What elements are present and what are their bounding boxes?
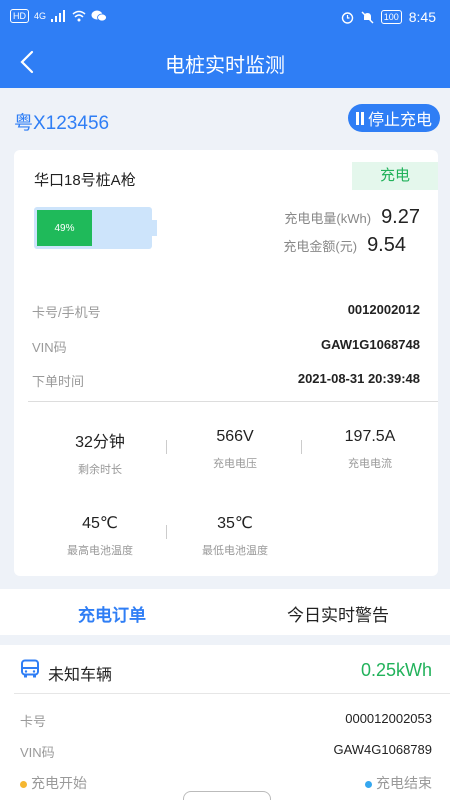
info-label: 卡号/手机号 [32, 305, 101, 320]
metric-label: 充电电流 [348, 458, 392, 470]
battery-fill: 49% [37, 210, 92, 246]
end-legend: 充电结束 [365, 773, 432, 793]
energy-label: 充电电量(kWh) [284, 211, 372, 226]
info-value: GAW1G1068748 [320, 337, 420, 352]
drawer-handle[interactable] [183, 791, 271, 800]
order-vin-value: GAW4G1068789 [333, 742, 432, 757]
divider [28, 401, 438, 402]
battery-gauge: 49% [34, 207, 152, 249]
signal-icon [51, 10, 66, 22]
metric-label: 最低电池温度 [202, 545, 268, 557]
metric-remaining: 32分钟 剩余时长 [35, 428, 165, 477]
mute-icon [361, 11, 374, 23]
info-row-vin: VIN码 GAW1G1068748 [32, 337, 420, 356]
metric-value: 45℃ [82, 515, 118, 532]
tab-realtime-alerts[interactable]: 今日实时警告 [287, 601, 389, 626]
metric-max-temp: 45℃ 最高电池温度 [35, 513, 165, 558]
start-dot-icon [20, 780, 27, 788]
wechat-icon [91, 10, 107, 22]
network-badge: 4G [34, 11, 47, 21]
order-card-row: 卡号 000012002053 [20, 711, 432, 730]
order-card-label: 卡号 [20, 714, 47, 729]
battery-percent: 49% [54, 222, 75, 234]
app-header: HD 4G 100 8:45 电桩实时监测 [0, 0, 450, 88]
order-timeline: 充电开始 充电结束 [20, 773, 432, 793]
page-title: 电桩实时监测 [165, 55, 285, 77]
info-value: 0012002012 [347, 302, 420, 317]
status-badge: 充电 [352, 162, 438, 190]
amount-value: 9.54 [367, 234, 406, 256]
metric-value: 566V [216, 428, 254, 445]
vehicle-row: 粤X123456 停止充电 [0, 96, 450, 142]
end-dot-icon [365, 780, 372, 788]
pause-icon [355, 111, 364, 125]
metric-value: 35℃ [217, 515, 253, 532]
plate-number: 粤X123456 [14, 113, 110, 134]
amount-label: 充电金额(元) [283, 239, 358, 254]
alarm-icon [341, 11, 353, 24]
info-label: 下单时间 [32, 374, 85, 389]
start-legend: 充电开始 [20, 773, 87, 793]
order-card[interactable]: 未知车辆 0.25kWh 卡号 000012002053 VIN码 GAW4G1… [0, 645, 450, 800]
metric-label: 剩余时长 [78, 464, 122, 476]
metric-label: 充电电压 [213, 458, 257, 470]
battery-indicator: 100 [380, 10, 402, 24]
title-bar: 电桩实时监测 [0, 40, 450, 84]
energy-value: 9.27 [381, 206, 420, 228]
metric-separator [166, 440, 167, 454]
amount-row: 充电金额(元) 9.54 [283, 234, 406, 257]
metric-value: 32分钟 [75, 434, 125, 451]
tab-charging-orders[interactable]: 充电订单 [78, 601, 146, 626]
order-vehicle: 未知车辆 [48, 667, 113, 684]
metric-voltage: 566V 充电电压 [170, 428, 300, 471]
order-vin-row: VIN码 GAW4G1068789 [20, 742, 432, 761]
divider [14, 693, 450, 694]
info-label: VIN码 [32, 340, 67, 355]
info-row-order-time: 下单时间 2021-08-31 20:39:48 [32, 371, 420, 390]
order-vin-label: VIN码 [20, 745, 55, 760]
metric-min-temp: 35℃ 最低电池温度 [170, 513, 300, 558]
info-row-card: 卡号/手机号 0012002012 [32, 302, 420, 321]
order-energy: 0.25kWh [360, 660, 432, 680]
start-label: 充电开始 [31, 775, 87, 791]
tab-bar: 充电订单 今日实时警告 [0, 589, 450, 635]
order-card-value: 000012002053 [345, 711, 432, 726]
stop-charging-button[interactable]: 停止充电 [348, 104, 440, 132]
metric-separator [301, 440, 302, 454]
energy-row: 充电电量(kWh) 9.27 [284, 206, 420, 229]
info-value: 2021-08-31 20:39:48 [297, 371, 420, 386]
battery-cap [152, 220, 157, 236]
metric-value: 197.5A [344, 428, 396, 445]
wifi-icon [72, 10, 86, 22]
clock: 8:45 [408, 9, 436, 25]
hd-badge: HD [10, 9, 29, 23]
metric-current: 197.5A 充电电流 [305, 428, 435, 471]
metric-separator [166, 525, 167, 539]
stop-charging-label: 停止充电 [367, 112, 432, 129]
charger-name: 华口18号桩A枪 [34, 172, 136, 189]
bus-icon [21, 659, 39, 678]
charger-card: 华口18号桩A枪 充电 49% 充电电量(kWh) 9.27 充电金额(元) 9… [14, 150, 438, 576]
end-label: 充电结束 [376, 775, 432, 791]
metric-label: 最高电池温度 [67, 545, 133, 557]
status-bar: HD 4G 100 8:45 [0, 0, 450, 34]
